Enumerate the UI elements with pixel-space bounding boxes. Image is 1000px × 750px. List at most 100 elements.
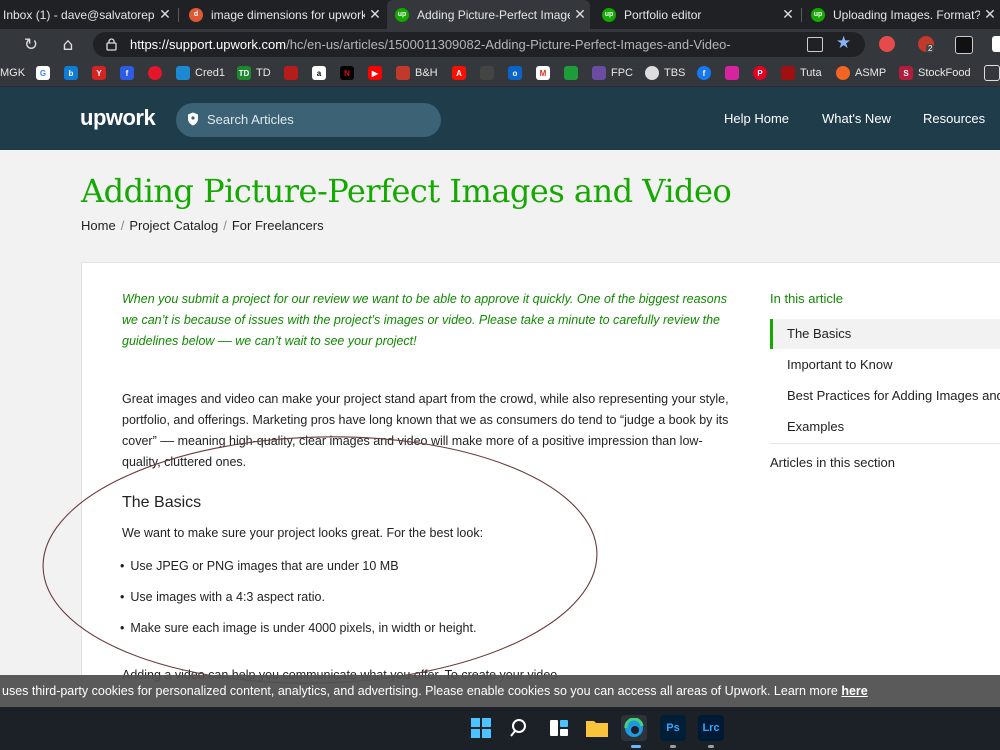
nav-whats-new[interactable]: What's New — [822, 111, 891, 126]
running-indicator — [670, 745, 676, 748]
bookmark-item[interactable]: MGK — [0, 65, 25, 81]
upwork-favicon-icon: up — [602, 7, 616, 22]
folder-icon[interactable] — [984, 65, 1000, 81]
upwork-favicon-icon: up — [811, 7, 825, 22]
bookmark-item-cred1[interactable]: Cred1 — [176, 65, 225, 81]
bookmark-icon[interactable] — [284, 65, 303, 81]
windows-start-icon[interactable] — [468, 715, 494, 741]
yelp-icon[interactable]: Y — [92, 65, 111, 81]
search-placeholder: Search Articles — [207, 112, 294, 127]
edge-icon[interactable] — [621, 715, 647, 741]
intro-text: When you submit a project for our review… — [122, 292, 727, 348]
bookmark-item-tbs[interactable]: TBS — [645, 65, 685, 81]
photoshop-icon[interactable]: Ps — [660, 715, 686, 741]
upwork-logo[interactable]: upwork — [80, 105, 156, 131]
bookmark-item-stockfood[interactable]: S StockFood — [899, 65, 971, 81]
cookie-learn-more-link[interactable]: here — [841, 684, 867, 698]
divider — [770, 443, 1000, 444]
nav-resources[interactable]: Resources — [923, 111, 985, 126]
bookmark-icon[interactable] — [564, 65, 583, 81]
search-input[interactable]: Search Articles — [176, 103, 441, 137]
bing-icon[interactable]: b — [64, 65, 83, 81]
breadcrumb-project-catalog[interactable]: Project Catalog — [129, 218, 218, 233]
bookmark-item-fpc[interactable]: FPC — [592, 65, 633, 81]
tab-uploading-images[interactable]: up Uploading Images. Format? Size ✕ — [803, 0, 1000, 29]
page-title: Adding Picture-Perfect Images and Video — [81, 172, 732, 210]
pinterest-icon[interactable]: P — [753, 65, 772, 81]
section-lead: We want to make sure your project looks … — [122, 526, 484, 540]
facebook-icon[interactable]: f — [120, 65, 139, 81]
breadcrumb-for-freelancers[interactable]: For Freelancers — [232, 218, 324, 233]
breadcrumb: Home / Project Catalog / For Freelancers — [81, 218, 324, 233]
shield-icon — [188, 112, 198, 126]
tab-image-dimensions[interactable]: d image dimensions for upwork po ✕ — [181, 0, 385, 29]
widgets-icon[interactable] — [546, 715, 572, 741]
tab-portfolio-editor[interactable]: up Portfolio editor ✕ — [594, 0, 798, 29]
tab-title: Uploading Images. Format? Size — [833, 7, 980, 22]
adobe-icon[interactable]: A — [452, 65, 471, 81]
close-icon[interactable]: ✕ — [980, 6, 1000, 23]
lightroom-classic-icon[interactable]: Lrc — [698, 715, 724, 741]
close-icon[interactable]: ✕ — [365, 6, 385, 23]
extension-icon[interactable] — [879, 36, 895, 52]
guidelines-list: Use JPEG or PNG images that are under 10… — [120, 559, 476, 652]
gmail-icon[interactable]: M — [536, 65, 555, 81]
squarespace-icon[interactable] — [480, 65, 499, 81]
facebook-icon[interactable]: f — [697, 65, 716, 81]
section-heading: The Basics — [122, 494, 202, 511]
reading-mode-icon[interactable] — [807, 37, 823, 52]
news-icon[interactable] — [148, 65, 167, 81]
address-toolbar: ↻ ⌂ https://support.upwork.com/hc/en-us/… — [0, 29, 1000, 60]
bookmark-item-tuta[interactable]: Tuta — [781, 65, 822, 81]
toc-item-important[interactable]: Important to Know — [770, 350, 1000, 380]
cookie-text: uses third-party cookies for personalize… — [2, 684, 868, 698]
close-icon[interactable]: ✕ — [155, 6, 175, 23]
amazon-icon[interactable]: a — [312, 65, 331, 81]
tab-title: Portfolio editor — [624, 7, 702, 22]
youtube-icon[interactable]: ▶ — [368, 65, 387, 81]
netflix-icon[interactable]: N — [340, 65, 359, 81]
close-icon[interactable]: ✕ — [778, 6, 798, 23]
extension-icon[interactable] — [992, 36, 1000, 52]
tab-title: Inbox (1) - dave@salvatorephoto — [3, 7, 155, 22]
adblock-icon[interactable]: 2 — [918, 36, 935, 53]
toc-item-the-basics[interactable]: The Basics — [770, 319, 1000, 349]
toc-heading: In this article — [770, 291, 843, 306]
tab-adding-images[interactable]: up Adding Picture-Perfect Images a ✕ — [387, 0, 590, 29]
toc-item-best-practices[interactable]: Best Practices for Adding Images and — [770, 381, 1000, 411]
site-header: upwork Search Articles Help Home What's … — [0, 87, 1000, 150]
breadcrumb-home[interactable]: Home — [81, 218, 116, 233]
table-of-contents: In this article The Basics Important to … — [757, 262, 1000, 703]
lock-icon — [106, 38, 117, 51]
bookmark-item-td[interactable]: TD TD — [237, 65, 271, 81]
search-icon[interactable] — [507, 715, 533, 741]
tab-inbox[interactable]: Inbox (1) - dave@salvatorephoto ✕ — [0, 0, 175, 29]
toc-item-examples[interactable]: Examples — [770, 412, 1000, 442]
url-text: https://support.upwork.com/hc/en-us/arti… — [130, 37, 731, 52]
nav-help-home[interactable]: Help Home — [724, 111, 789, 126]
taskbar: Ps Lrc — [0, 707, 1000, 750]
browser-tab-bar: Inbox (1) - dave@salvatorephoto ✕ d imag… — [0, 0, 1000, 29]
articles-in-section-link[interactable]: Articles in this section — [770, 455, 895, 470]
file-explorer-icon[interactable] — [584, 715, 610, 741]
instagram-icon[interactable] — [725, 65, 744, 81]
reload-icon[interactable]: ↻ — [20, 34, 42, 56]
home-icon[interactable]: ⌂ — [57, 34, 79, 56]
outlook-icon[interactable]: o — [508, 65, 527, 81]
bookmark-item-asmp[interactable]: ASMP — [836, 65, 886, 81]
google-icon[interactable]: G — [36, 65, 55, 81]
extension-badge: 2 — [926, 44, 935, 53]
tab-title: Adding Picture-Perfect Images a — [417, 7, 570, 22]
bookmark-star-icon[interactable]: ★ — [836, 33, 851, 53]
bookmarks-bar: MGK G b Y f Cred1 TD TD a N ▶ B&H A o M F… — [0, 60, 1000, 87]
close-icon[interactable]: ✕ — [570, 6, 590, 23]
list-item: Make sure each image is under 4000 pixel… — [120, 621, 476, 652]
body-paragraph: Great images and video can make your pro… — [122, 392, 729, 469]
list-item: Use images with a 4:3 aspect ratio. — [120, 590, 476, 621]
running-indicator — [708, 745, 714, 748]
upwork-favicon-icon: up — [395, 7, 409, 22]
bookmark-item-bh[interactable]: B&H — [396, 65, 438, 81]
extension-icon[interactable] — [955, 36, 973, 54]
address-bar[interactable]: https://support.upwork.com/hc/en-us/arti… — [93, 32, 865, 57]
duckduckgo-icon: d — [189, 7, 203, 22]
